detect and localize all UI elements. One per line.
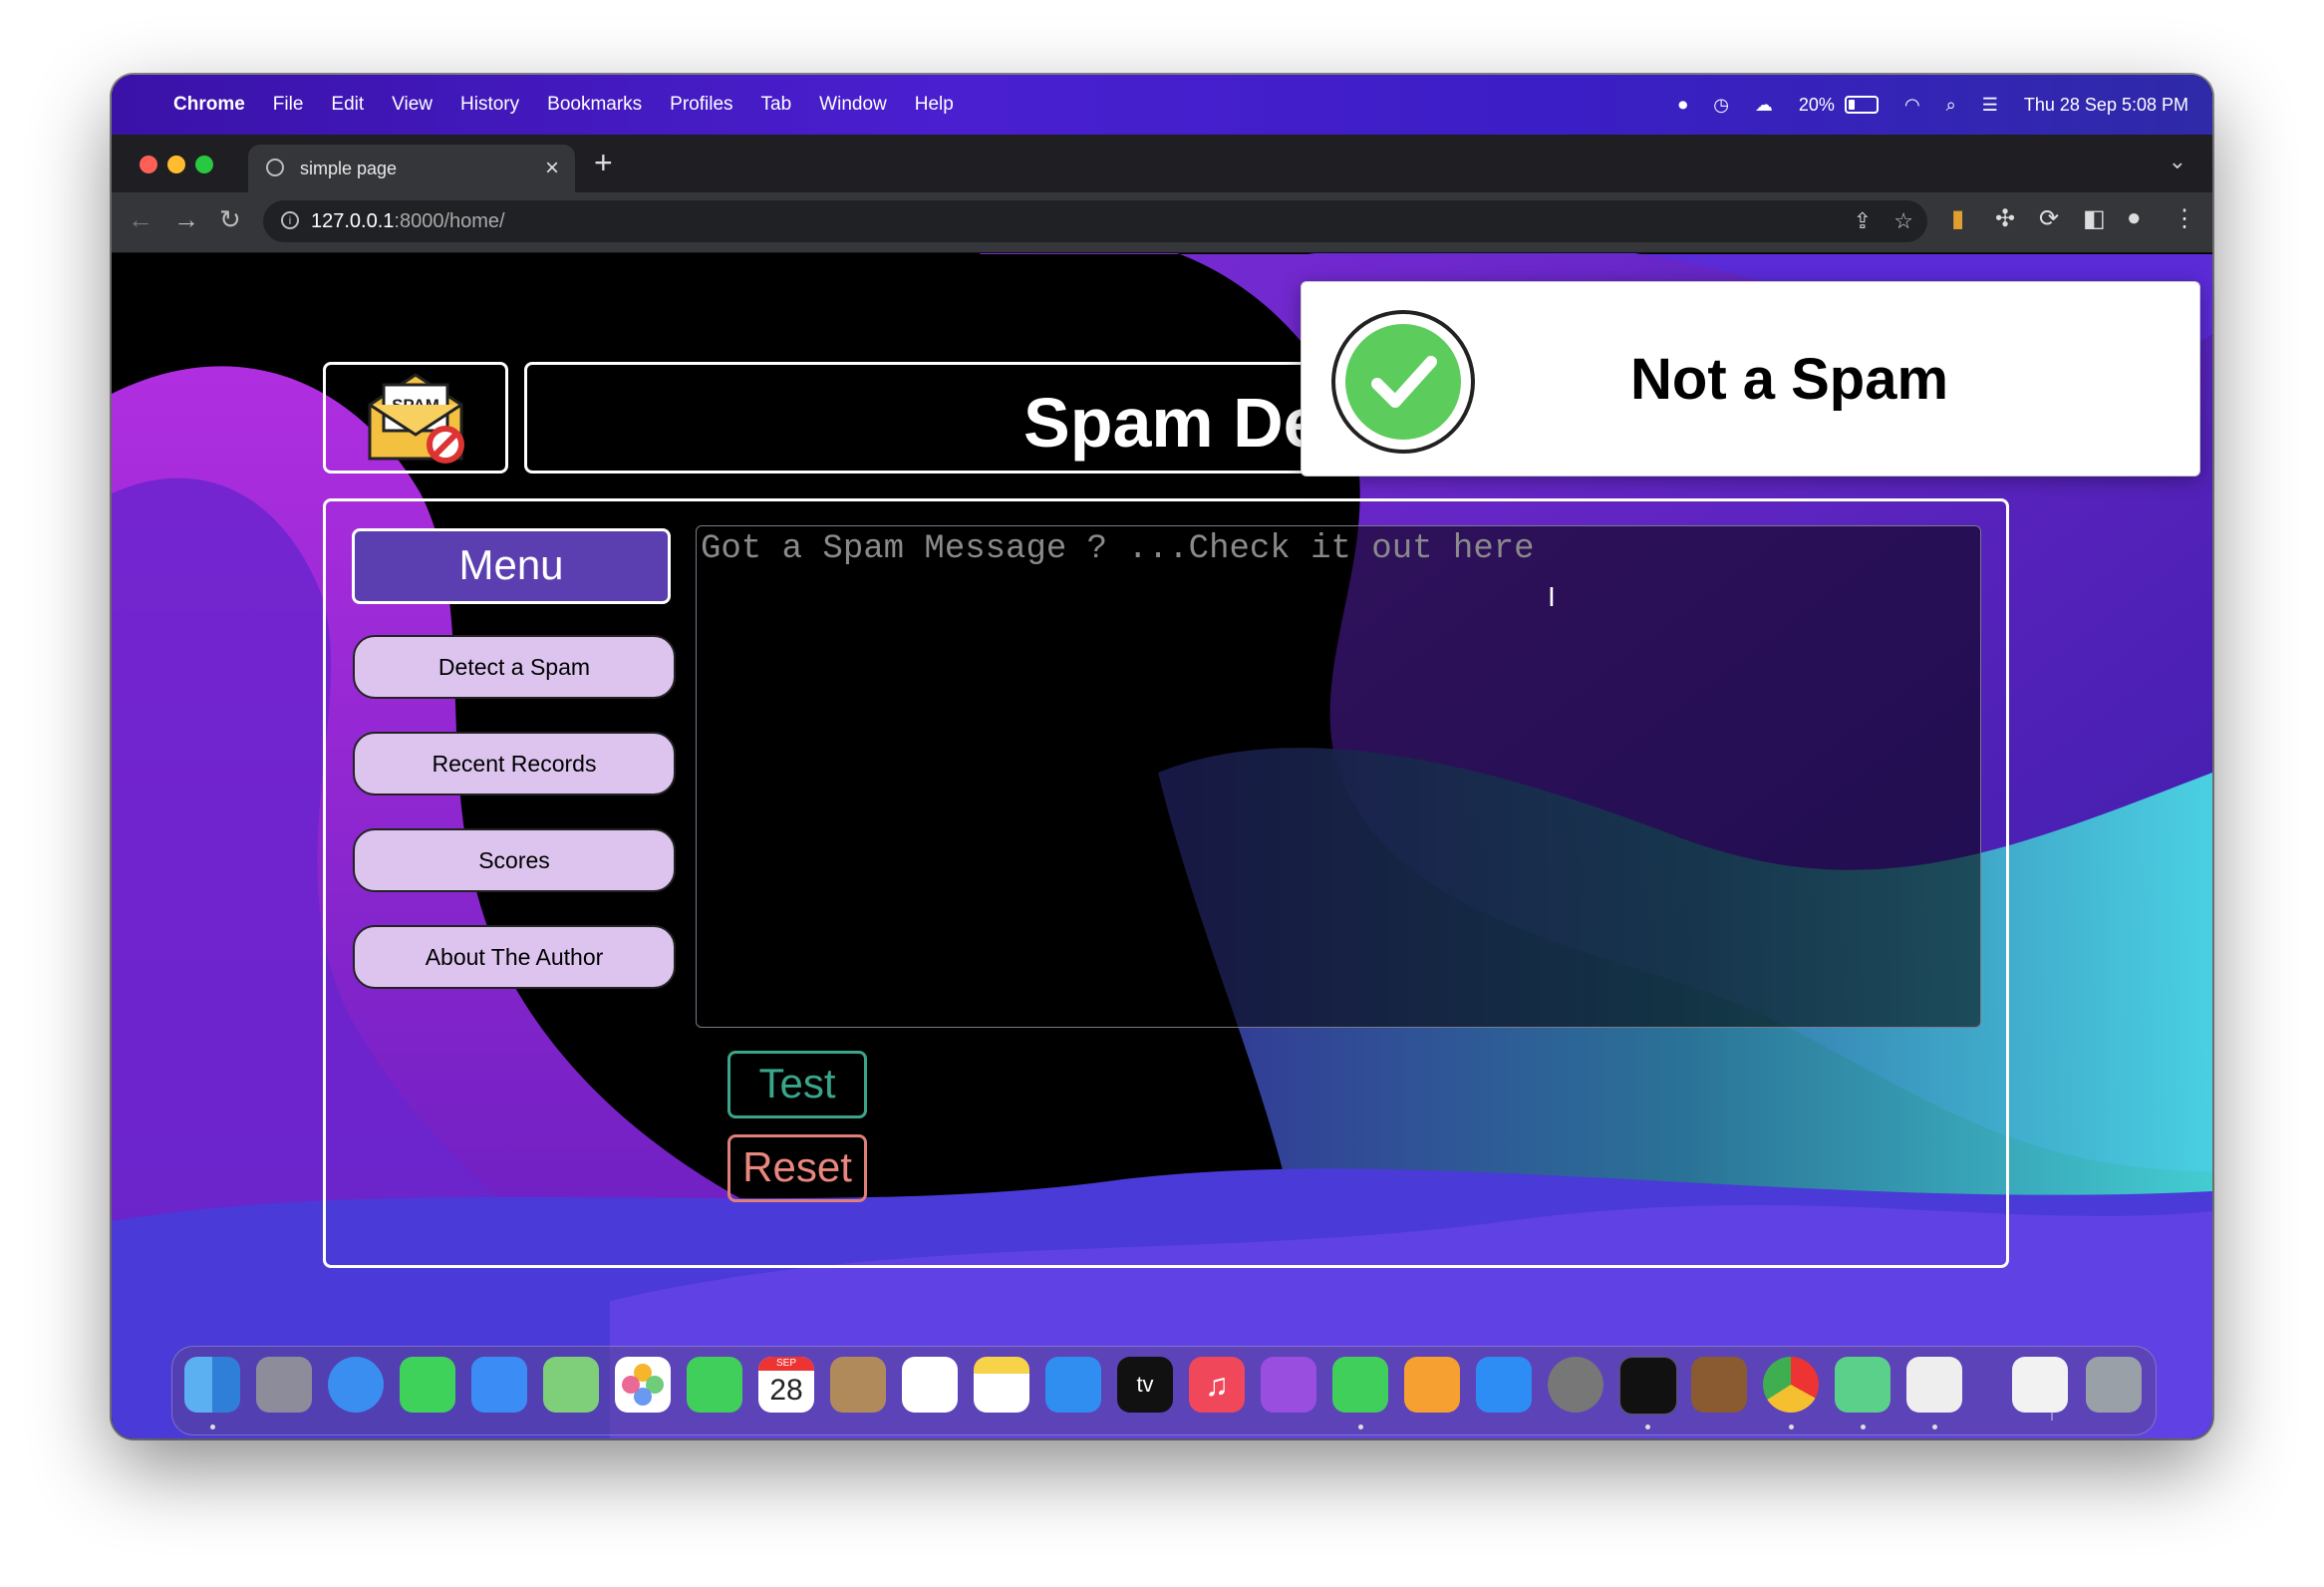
- textedit-icon[interactable]: [1906, 1357, 1962, 1413]
- chrome-menu-icon[interactable]: ⋮: [2173, 204, 2196, 233]
- url-text[interactable]: 127.0.0.1:8000/home/: [311, 210, 505, 233]
- menu-history[interactable]: History: [460, 94, 519, 116]
- macos-dock: SEP 28 tv ♫: [171, 1346, 2157, 1435]
- launchpad-icon[interactable]: [256, 1357, 312, 1413]
- side-panel-icon[interactable]: ◧: [2083, 204, 2106, 233]
- maps-icon[interactable]: [543, 1357, 599, 1413]
- close-window-button[interactable]: [140, 156, 157, 173]
- close-tab-icon[interactable]: ×: [545, 155, 559, 182]
- message-input[interactable]: [697, 526, 1980, 1027]
- url-path: :8000/home/: [394, 210, 505, 232]
- apple-tv-label: tv: [1136, 1372, 1154, 1397]
- extensions-puzzle-icon[interactable]: ✣: [1995, 204, 2015, 233]
- macos-menu-bar: Chrome File Edit View History Bookmarks …: [112, 75, 2212, 135]
- text-cursor-icon: I: [1548, 581, 1556, 612]
- loading-spinner-icon[interactable]: [2012, 1357, 2068, 1413]
- pages-icon[interactable]: [1404, 1357, 1460, 1413]
- running-indicator: [1645, 1425, 1650, 1429]
- app-store-icon[interactable]: [1476, 1357, 1532, 1413]
- spotlight-search-icon[interactable]: ⌕: [1946, 95, 1956, 116]
- messages-icon[interactable]: [400, 1357, 455, 1413]
- menu-item-about-author[interactable]: About The Author: [353, 925, 676, 989]
- calendar-day: 28: [769, 1374, 803, 1407]
- profile-icon[interactable]: ●: [2127, 204, 2142, 232]
- forward-arrow-icon[interactable]: →: [173, 204, 199, 235]
- reset-button[interactable]: Reset: [727, 1134, 867, 1202]
- menu-item-detect-spam[interactable]: Detect a Spam: [353, 635, 676, 699]
- apple-tv-icon[interactable]: tv: [1117, 1357, 1173, 1413]
- test-button[interactable]: Test: [727, 1051, 867, 1118]
- bookmark-star-icon[interactable]: ☆: [1893, 208, 1913, 234]
- extension-sync-icon[interactable]: ⟳: [2039, 204, 2059, 233]
- menu-clock[interactable]: Thu 28 Sep 5:08 PM: [2024, 95, 2188, 116]
- atom-icon[interactable]: [1835, 1357, 1890, 1413]
- menu-help[interactable]: Help: [915, 94, 954, 116]
- running-indicator: [1932, 1425, 1937, 1429]
- spam-envelope-icon: SPAM: [368, 373, 464, 464]
- site-info-icon[interactable]: i: [281, 211, 299, 229]
- safari-icon[interactable]: [328, 1357, 384, 1413]
- logo-box: SPAM: [323, 362, 508, 474]
- address-bar[interactable]: i 127.0.0.1:8000/home/ ⇪ ☆: [263, 200, 1927, 242]
- tab-title: simple page: [300, 159, 398, 178]
- keynote-icon[interactable]: [1045, 1357, 1101, 1413]
- contacts-icon[interactable]: [830, 1357, 886, 1413]
- battery-icon[interactable]: [1844, 96, 1879, 114]
- tab-search-chevron-icon[interactable]: ⌄: [2169, 149, 2186, 174]
- browser-toolbar: ← → ↻ i 127.0.0.1:8000/home/ ⇪ ☆: [112, 192, 2212, 253]
- finder-icon[interactable]: [184, 1357, 240, 1413]
- system-settings-icon[interactable]: [1548, 1357, 1603, 1413]
- menu-item-recent-records[interactable]: Recent Records: [353, 732, 676, 795]
- terminal-icon[interactable]: [1619, 1357, 1677, 1415]
- notes-icon[interactable]: [974, 1357, 1029, 1413]
- running-indicator: [210, 1425, 215, 1429]
- box-app-icon[interactable]: [1691, 1357, 1747, 1413]
- share-icon[interactable]: ⇪: [1854, 208, 1872, 234]
- battery-percent: 20%: [1798, 94, 1835, 115]
- menu-app-name[interactable]: Chrome: [173, 94, 245, 116]
- reload-icon[interactable]: ↻: [219, 204, 241, 235]
- calendar-month: SEP: [758, 1357, 814, 1371]
- music-icon[interactable]: ♫: [1189, 1357, 1245, 1413]
- chrome-icon[interactable]: [1763, 1357, 1819, 1413]
- success-check-icon: [1331, 310, 1475, 454]
- running-indicator: [1789, 1425, 1794, 1429]
- menu-header: Menu: [352, 528, 671, 604]
- running-indicator: [1861, 1425, 1866, 1429]
- trash-icon[interactable]: [2086, 1357, 2142, 1413]
- menu-profiles[interactable]: Profiles: [670, 94, 732, 116]
- globe-icon: [266, 159, 284, 176]
- menu-bookmarks[interactable]: Bookmarks: [547, 94, 642, 116]
- numbers-icon[interactable]: [1332, 1357, 1388, 1413]
- record-icon[interactable]: ⏺: [1678, 95, 1687, 116]
- wifi-icon[interactable]: ◠: [1904, 95, 1920, 116]
- mail-icon[interactable]: [471, 1357, 527, 1413]
- photos-icon[interactable]: [615, 1357, 671, 1413]
- menu-edit[interactable]: Edit: [331, 94, 364, 116]
- weather-icon[interactable]: ☁: [1755, 95, 1773, 116]
- time-machine-icon[interactable]: ◷: [1713, 95, 1729, 116]
- menu-window[interactable]: Window: [819, 94, 887, 116]
- zoom-window-button[interactable]: [195, 156, 213, 173]
- calendar-icon[interactable]: SEP 28: [758, 1357, 814, 1413]
- menu-tab[interactable]: Tab: [761, 94, 792, 116]
- extension-ruler-icon[interactable]: ▮: [1951, 204, 1964, 233]
- tab-strip: simple page × + ⌄: [112, 135, 2212, 192]
- reminders-icon[interactable]: [902, 1357, 958, 1413]
- podcasts-icon[interactable]: [1261, 1357, 1316, 1413]
- menu-view[interactable]: View: [392, 94, 433, 116]
- toast-message: Not a Spam: [1630, 347, 1949, 412]
- minimize-window-button[interactable]: [167, 156, 185, 173]
- control-center-icon[interactable]: ☰: [1982, 95, 1998, 116]
- back-arrow-icon[interactable]: ←: [128, 204, 153, 235]
- menu-file[interactable]: File: [273, 94, 304, 116]
- message-textarea-box: [696, 525, 1981, 1028]
- browser-tab[interactable]: simple page ×: [248, 145, 575, 192]
- menu-item-scores[interactable]: Scores: [353, 828, 676, 892]
- facetime-icon[interactable]: [687, 1357, 742, 1413]
- new-tab-button[interactable]: +: [594, 145, 613, 181]
- running-indicator: [1358, 1425, 1363, 1429]
- result-toast: Not a Spam: [1301, 281, 2200, 476]
- url-host: 127.0.0.1: [311, 210, 395, 232]
